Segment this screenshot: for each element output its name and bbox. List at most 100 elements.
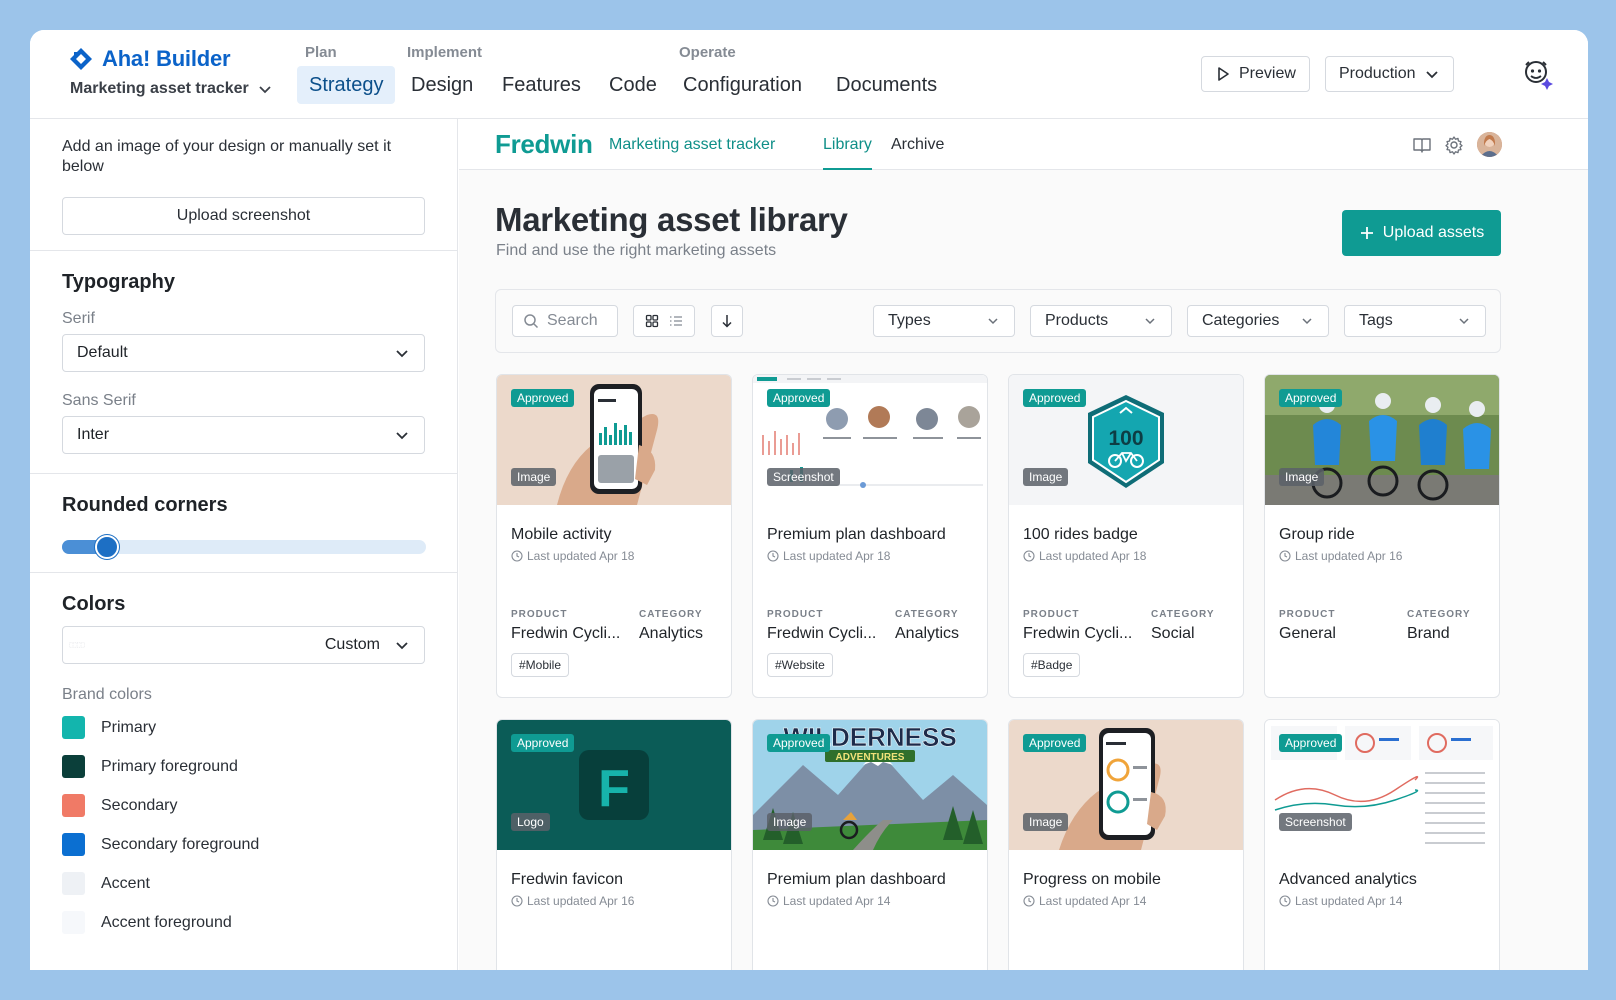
chevron-down-icon xyxy=(1425,71,1438,79)
arrow-down-icon xyxy=(722,315,732,328)
tab-library[interactable]: Library xyxy=(823,136,872,170)
filter-products[interactable]: Products xyxy=(1030,305,1172,337)
color-swatch[interactable] xyxy=(62,716,85,739)
filter-types[interactable]: Types xyxy=(873,305,1015,337)
serif-font-select[interactable]: Default xyxy=(62,334,425,372)
brand-block: Aha! Builder Marketing asset tracker xyxy=(68,46,273,98)
asset-thumbnail: Approved Image xyxy=(1009,720,1243,850)
serif-label: Serif xyxy=(62,310,95,327)
chevron-down-icon xyxy=(396,432,408,440)
asset-updated-text: Last updated Apr 18 xyxy=(527,549,635,563)
filter-bar: Search Types Products Categories Tags xyxy=(495,289,1501,353)
rounded-corners-slider[interactable] xyxy=(62,535,426,559)
filter-categories[interactable]: Categories xyxy=(1187,305,1329,337)
app-logo[interactable]: Fredwin xyxy=(495,129,593,160)
asset-card[interactable]: Approved Screenshot Advanced analytics L… xyxy=(1264,719,1500,970)
asset-card[interactable]: F Approved Logo Fredwin favicon Last upd… xyxy=(496,719,732,970)
color-swatch[interactable] xyxy=(62,833,85,856)
product-value: Fredwin Cycli... xyxy=(1023,625,1133,642)
nav-documents[interactable]: Documents xyxy=(824,66,949,104)
nav-code[interactable]: Code xyxy=(597,66,669,104)
sans-serif-font-select[interactable]: Inter xyxy=(62,416,425,454)
brand-color-item[interactable]: Primary foreground xyxy=(62,747,425,786)
brand-color-label: Primary foreground xyxy=(101,757,238,775)
asset-card[interactable]: Approved Image Mobile activity Last upda… xyxy=(496,374,732,698)
asset-tag[interactable]: #Website xyxy=(767,653,833,677)
brand-color-item[interactable]: Accent xyxy=(62,864,425,903)
upload-screenshot-button[interactable]: Upload screenshot xyxy=(62,197,425,235)
approved-badge: Approved xyxy=(511,389,575,407)
clock-icon xyxy=(767,550,779,562)
asset-title: Fredwin favicon xyxy=(511,871,624,888)
asset-type-badge: Image xyxy=(1023,813,1069,831)
product-label: PRODUCT xyxy=(511,609,568,620)
grid-view-button[interactable] xyxy=(645,314,659,328)
color-swatch[interactable] xyxy=(62,911,85,934)
asset-card[interactable]: WILDERNESS ADVENTURES Approved Image Pre… xyxy=(752,719,988,970)
asset-title: Premium plan dashboard xyxy=(767,526,946,543)
asset-updated-text: Last updated Apr 18 xyxy=(783,549,891,563)
asset-card[interactable]: Approved Image Progress on mobile Last u… xyxy=(1008,719,1244,970)
search-input[interactable]: Search xyxy=(512,305,618,337)
asset-tag[interactable]: #Badge xyxy=(1023,653,1081,677)
user-avatar-image xyxy=(1477,132,1502,157)
app-preview: Fredwin Marketing asset tracker Library … xyxy=(459,119,1588,970)
brand-color-list: Primary Primary foreground Secondary Second… xyxy=(62,708,425,942)
typography-title: Typography xyxy=(62,271,175,293)
color-swatch[interactable] xyxy=(62,794,85,817)
book-icon[interactable] xyxy=(1412,135,1432,155)
brand-color-item[interactable]: Primary xyxy=(62,708,425,747)
palette-select[interactable]: Custom xyxy=(62,626,425,664)
nav-configuration[interactable]: Configuration xyxy=(671,66,814,104)
user-avatar[interactable] xyxy=(1477,132,1502,157)
brand-color-item[interactable]: Secondary xyxy=(62,786,425,825)
product-value: Fredwin Cycli... xyxy=(767,625,877,642)
logo-letter: F xyxy=(598,760,630,818)
preview-button[interactable]: Preview xyxy=(1201,56,1310,92)
brand-color-item[interactable]: Accent foreground xyxy=(62,903,425,942)
brand-color-label: Secondary xyxy=(101,796,178,814)
category-label: CATEGORY xyxy=(895,609,959,620)
upload-assets-button[interactable]: Upload assets xyxy=(1342,210,1501,256)
approved-badge: Approved xyxy=(767,389,831,407)
chevron-down-icon xyxy=(396,350,408,358)
chevron-down-icon xyxy=(988,318,998,325)
workspace-switcher[interactable]: Marketing asset tracker xyxy=(70,80,273,98)
filter-tags[interactable]: Tags xyxy=(1344,305,1486,337)
slider-handle[interactable] xyxy=(95,535,119,559)
sort-button[interactable] xyxy=(711,305,743,337)
nav-features[interactable]: Features xyxy=(490,66,593,104)
brand-name: Aha! Builder xyxy=(102,46,231,71)
color-swatch[interactable] xyxy=(62,872,85,895)
asset-updated: Last updated Apr 14 xyxy=(767,894,890,908)
asset-updated: Last updated Apr 16 xyxy=(1279,549,1402,563)
approved-badge: Approved xyxy=(1023,734,1087,752)
asset-updated: Last updated Apr 14 xyxy=(1023,894,1146,908)
clock-icon xyxy=(1023,895,1035,907)
category-value: Brand xyxy=(1407,625,1450,642)
color-swatch[interactable] xyxy=(62,755,85,778)
asset-thumbnail: 100 Approved Image xyxy=(1009,375,1243,505)
nav-strategy[interactable]: Strategy xyxy=(297,66,396,104)
clock-icon xyxy=(1279,550,1291,562)
nav-design[interactable]: Design xyxy=(399,66,485,104)
asset-card[interactable]: Approved Screenshot Premium plan dashboa… xyxy=(752,374,988,698)
brand-logo[interactable]: Aha! Builder xyxy=(68,46,273,72)
asset-type-badge: Logo xyxy=(511,813,550,831)
gear-icon[interactable] xyxy=(1444,135,1464,155)
list-view-button[interactable] xyxy=(669,314,683,328)
tab-archive[interactable]: Archive xyxy=(891,136,944,170)
asset-card[interactable]: Approved Image Group ride Last updated A… xyxy=(1264,374,1500,698)
ai-assistant-icon[interactable] xyxy=(1520,56,1556,92)
brand-color-item[interactable]: Secondary foreground xyxy=(62,825,425,864)
filter-types-label: Types xyxy=(888,312,931,329)
approved-badge: Approved xyxy=(1279,389,1343,407)
asset-tag[interactable]: #Mobile xyxy=(511,653,570,677)
screenshot-section: Add an image of your design or manually … xyxy=(30,119,457,251)
asset-card[interactable]: 100 Approved Image 100 rides badge Last … xyxy=(1008,374,1244,698)
environment-select[interactable]: Production xyxy=(1325,56,1454,92)
nav-group-operate: Operate xyxy=(679,44,736,61)
approved-badge: Approved xyxy=(511,734,575,752)
asset-thumbnail: Approved Screenshot xyxy=(1265,720,1499,850)
product-value: General xyxy=(1279,625,1336,642)
